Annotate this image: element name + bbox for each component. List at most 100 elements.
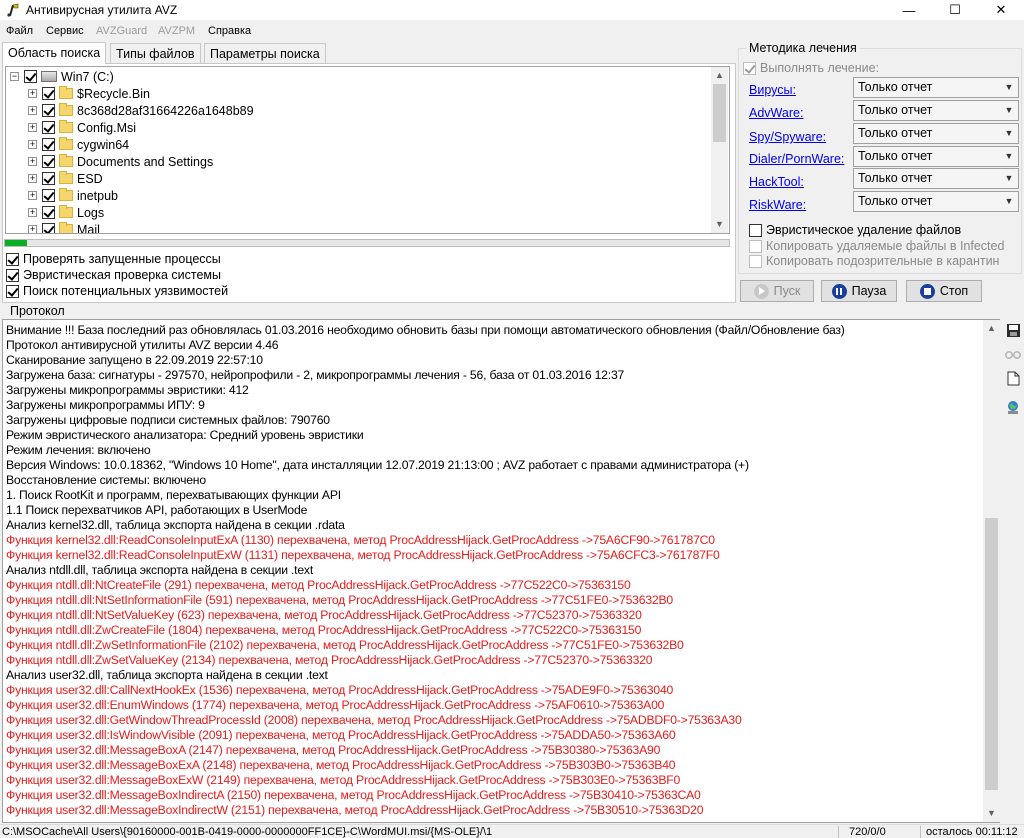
category-link-advware[interactable]: AdvWare: [749,106,803,120]
maximize-button[interactable]: ☐ [932,0,978,20]
tree-item[interactable]: + Logs [28,204,104,221]
log-scrollbar-thumb[interactable] [985,518,998,790]
start-button[interactable]: Пуск [740,280,814,302]
expand-icon[interactable]: + [28,106,37,115]
scroll-up-icon[interactable]: ▲ [983,320,1000,337]
perform-treatment-option[interactable]: Выполнять лечение: [743,61,879,75]
tree-item-checkbox[interactable] [42,121,55,134]
chevron-down-icon: ▼ [1004,151,1014,161]
tab-file-types[interactable]: Типы файлов [110,43,201,63]
tree-item[interactable]: + Config.Msi [28,119,136,136]
tree-item-checkbox[interactable] [42,206,55,219]
category-link-viruses[interactable]: Вирусы: [749,83,796,97]
expand-icon[interactable]: + [28,157,37,166]
dialer-action-select[interactable]: Только отчет ▼ [853,146,1019,167]
folder-icon [59,205,73,218]
category-link-riskware[interactable]: RiskWare: [749,198,806,212]
expand-icon[interactable]: + [28,174,37,183]
expand-icon[interactable]: + [28,123,37,132]
heuristic-delete-option[interactable]: Эвристическое удаление файлов [749,223,961,237]
scroll-down-icon[interactable]: ▼ [983,805,1000,822]
minimize-button[interactable]: — [886,0,932,20]
scroll-up-icon[interactable]: ▲ [711,67,728,84]
log-line: Функция user32.dll:IsWindowVisible (2091… [6,728,676,742]
log-lines: Внимание !!! База последний раз обновлял… [6,323,984,818]
category-link-hacktool[interactable]: HackTool: [749,175,804,189]
category-link-spyware[interactable]: Spy/Spyware: [749,130,826,144]
pause-button[interactable]: Пауза [821,280,897,302]
new-document-icon [1007,371,1019,385]
tree-item-label: Mail [77,222,100,234]
spyware-action-select[interactable]: Только отчет ▼ [853,123,1019,144]
option-checkbox[interactable] [6,268,19,282]
menu-help[interactable]: Справка [208,25,251,37]
save-log-button[interactable] [1004,321,1022,339]
window-title: Антивирусная утилита AVZ [26,3,178,17]
tree-item[interactable]: +8c368d28af31664226a1648b89 [28,102,254,119]
network-button[interactable] [1004,398,1022,416]
collapse-icon[interactable]: − [10,72,19,81]
chevron-down-icon: ▼ [1004,173,1014,183]
tree-item[interactable]: + ESD [28,170,103,187]
protocol-log[interactable]: Внимание !!! База последний раз обновлял… [2,319,1000,823]
option-vulnerabilities[interactable]: Поиск потенциальных уязвимостей [6,284,228,298]
tree-item-checkbox[interactable] [42,138,55,151]
expand-icon[interactable]: + [28,208,37,217]
option-checkbox[interactable] [6,284,19,298]
expand-icon[interactable]: + [28,191,37,200]
tree-item[interactable]: + cygwin64 [28,136,129,153]
tree-item[interactable]: + Documents and Settings [28,153,213,170]
tree-item-label: ESD [77,171,103,186]
tree-item-checkbox[interactable] [42,104,55,117]
menu-avzguard[interactable]: AVZGuard [96,25,147,37]
advware-action-select[interactable]: Только отчет ▼ [853,100,1019,121]
glasses-icon [1005,351,1021,359]
select-value: Только отчет [858,149,933,163]
copy-suspicious-option[interactable]: Копировать подозрительные в карантин [749,254,999,268]
menu-service[interactable]: Сервис [46,25,84,37]
tree-item-checkbox[interactable] [42,87,55,100]
option-checkbox[interactable] [6,252,19,266]
option-check-processes[interactable]: Проверять запущенные процессы [6,252,221,266]
copy-suspicious-checkbox[interactable] [749,254,762,268]
tab-search-area[interactable]: Область поиска [2,42,107,64]
folder-icon [59,137,73,150]
tab-search-params[interactable]: Параметры поиска [204,43,326,63]
tree-root-checkbox[interactable] [24,70,37,83]
close-button[interactable]: ✕ [978,0,1024,20]
tree-item[interactable]: + Mail [28,221,100,234]
chevron-down-icon: ▼ [1004,196,1014,206]
riskware-action-select[interactable]: Только отчет ▼ [853,191,1019,212]
clear-log-button[interactable] [1004,369,1022,387]
stop-button[interactable]: Стоп [906,280,982,302]
expand-icon[interactable]: + [28,140,37,149]
menu-avzpm[interactable]: AVZPM [158,25,195,37]
tree-item[interactable]: + inetpub [28,187,118,204]
copy-suspicious-label: Копировать подозрительные в карантин [766,254,1000,268]
category-link-dialer[interactable]: Dialer/PornWare: [749,152,844,166]
expand-icon[interactable]: + [28,225,37,233]
folder-tree[interactable]: − Win7 (C:) + $Recycle.Bin +8c368d28af316… [5,66,730,234]
heuristic-delete-checkbox[interactable] [749,223,762,237]
tree-item-checkbox[interactable] [42,189,55,202]
perform-treatment-checkbox[interactable] [743,61,756,75]
tree-item-checkbox[interactable] [42,223,55,233]
hacktool-action-select[interactable]: Только отчет ▼ [853,168,1019,189]
copy-deleted-option[interactable]: Копировать удаляемые файлы в Infected [749,239,1004,253]
copy-deleted-checkbox[interactable] [749,239,762,253]
select-value: Только отчет [858,103,933,117]
log-line: Функция user32.dll:EnumWindows (1774) пе… [6,698,665,712]
start-button-label: Пуск [773,284,801,298]
option-heuristic-check[interactable]: Эвристическая проверка системы [6,268,221,282]
expand-icon[interactable]: + [28,89,37,98]
menu-file[interactable]: Файл [6,25,33,37]
tree-item-checkbox[interactable] [42,172,55,185]
view-button[interactable] [1004,345,1022,363]
tree-scrollbar-thumb[interactable] [713,84,726,142]
tree-item-checkbox[interactable] [42,155,55,168]
tree-root[interactable]: − Win7 (C:) [10,68,114,85]
viruses-action-select[interactable]: Только отчет ▼ [853,77,1019,98]
log-line: Режим эвристического анализатора: Средни… [6,428,364,442]
scroll-down-icon[interactable]: ▼ [711,216,728,233]
tree-item[interactable]: + $Recycle.Bin [28,85,150,102]
